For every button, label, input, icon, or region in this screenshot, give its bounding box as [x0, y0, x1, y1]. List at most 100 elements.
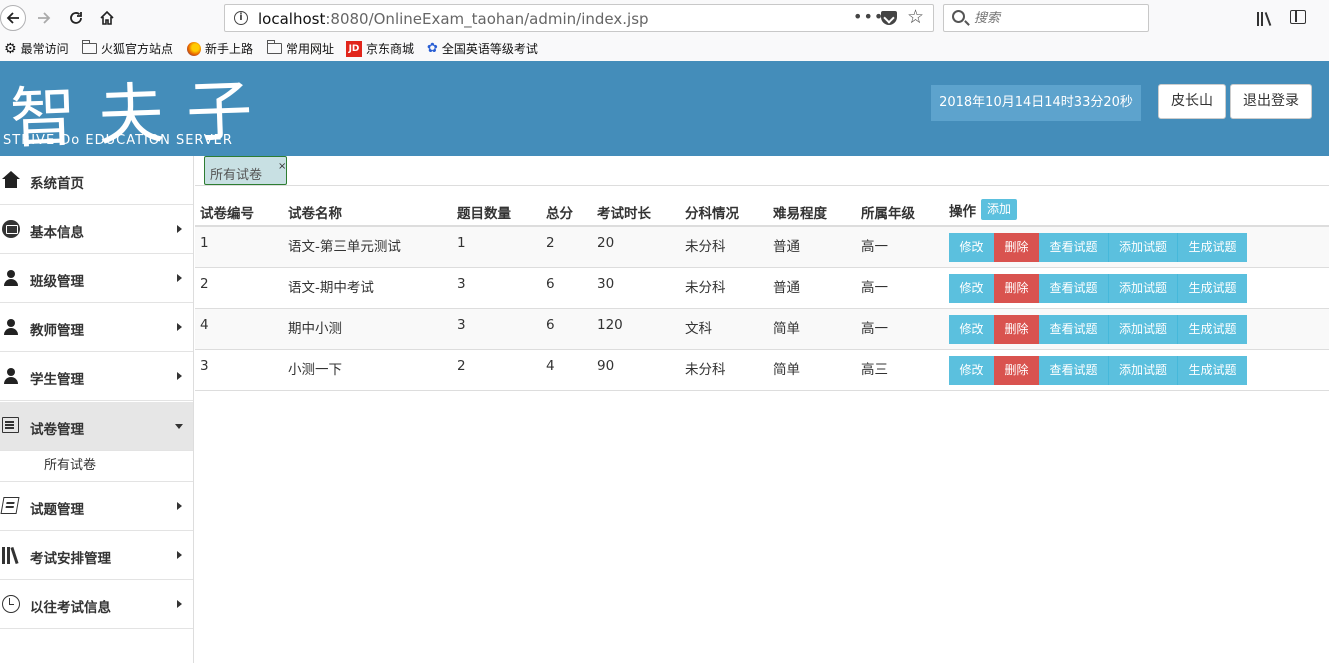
view-questions-button[interactable]: 查看试题 — [1039, 315, 1108, 344]
edit-button[interactable]: 修改 — [949, 233, 994, 262]
app-header: 智夫子 STRIVE Do EDUCATION SERVER 2018年10月1… — [0, 61, 1329, 158]
home-button[interactable] — [95, 6, 119, 30]
delete-button[interactable]: 删除 — [994, 233, 1039, 262]
table-cell: 小测一下 — [288, 362, 342, 378]
table-cell: 普通 — [773, 280, 800, 296]
home-icon — [2, 171, 20, 188]
bookmark-most-visited[interactable]: ⚙ 最常访问 — [4, 40, 69, 57]
edit-button[interactable]: 修改 — [949, 274, 994, 303]
bookmark-firefox-site[interactable]: 火狐官方站点 — [82, 40, 173, 57]
page-actions-icon[interactable]: ••• — [853, 7, 884, 26]
arrow-right-icon — [38, 12, 51, 24]
logout-button[interactable]: 退出登录 — [1230, 84, 1312, 119]
search-input[interactable] — [974, 8, 1144, 28]
user-icon — [2, 269, 20, 287]
table-cell: 2 — [457, 358, 466, 374]
sidebar-item-label: 以往考试信息 — [30, 600, 111, 616]
sidebar-item-question[interactable]: 试题管理 — [0, 482, 193, 531]
sidebar-item-class[interactable]: 班级管理 — [0, 254, 193, 303]
user-button[interactable]: 皮长山 — [1158, 84, 1226, 119]
chevron-right-icon — [177, 600, 182, 608]
view-questions-button[interactable]: 查看试题 — [1039, 233, 1108, 262]
add-questions-button[interactable]: 添加试题 — [1108, 274, 1177, 303]
sidebar-subitem-all-papers[interactable]: 所有试卷 — [0, 451, 193, 482]
generate-questions-button[interactable]: 生成试题 — [1177, 274, 1247, 303]
sidebar-item-past-exams[interactable]: 以往考试信息 — [0, 580, 193, 629]
bookmark-common-sites[interactable]: 常用网址 — [267, 40, 334, 57]
sidebar-item-home[interactable]: 系统首页 — [0, 156, 193, 205]
bookmark-jd[interactable]: JD 京东商城 — [346, 40, 414, 57]
column-header: 试卷名称 — [288, 206, 342, 222]
table-cell: 未分科 — [685, 280, 726, 296]
paw-icon: ✿ — [427, 41, 438, 56]
bookmark-star-icon[interactable]: ☆ — [907, 6, 924, 28]
search-bar[interactable] — [943, 4, 1149, 32]
bookmark-getting-started[interactable]: 新手上路 — [187, 40, 253, 57]
chevron-right-icon — [177, 502, 182, 510]
table-cell: 简单 — [773, 321, 800, 337]
add-questions-button[interactable]: 添加试题 — [1108, 233, 1177, 262]
view-questions-button[interactable]: 查看试题 — [1039, 274, 1108, 303]
table-cell: 3 — [457, 317, 466, 333]
table-row: 2 语文-期中考试 3 6 30 未分科 普通 高一 修改 删除 查看试题 添加试题 生成试题 — [195, 268, 1329, 309]
table-row: 3 小测一下 2 4 90 未分科 简单 高三 修改 删除 查看试题 添加试题 生成试题 — [195, 350, 1329, 391]
forward-button[interactable] — [32, 6, 56, 30]
bookmarks-toolbar: ⚙ 最常访问 火狐官方站点 新手上路 常用网址 JD 京东商城 ✿ 全国英语等级… — [0, 36, 1329, 61]
library-icon[interactable] — [1257, 10, 1275, 26]
delete-button[interactable]: 删除 — [994, 315, 1039, 344]
view-questions-button[interactable]: 查看试题 — [1039, 356, 1108, 385]
column-header: 考试时长 — [597, 206, 651, 222]
sidebar-item-student[interactable]: 学生管理 — [0, 352, 193, 401]
arrow-left-icon — [6, 12, 19, 24]
tab-all-papers[interactable]: 所有试卷 × — [204, 156, 287, 185]
firefox-icon — [187, 41, 201, 56]
sidebar-item-exam-schedule[interactable]: 考试安排管理 — [0, 531, 193, 580]
user-icon — [2, 318, 20, 336]
generate-questions-button[interactable]: 生成试题 — [1177, 356, 1247, 385]
reload-button[interactable] — [64, 6, 88, 30]
chevron-right-icon — [177, 225, 182, 233]
delete-button[interactable]: 删除 — [994, 274, 1039, 303]
tab-label: 所有试卷 — [210, 168, 263, 183]
sidebar-item-label: 试题管理 — [30, 502, 84, 518]
table-cell: 20 — [597, 235, 615, 251]
generate-questions-button[interactable]: 生成试题 — [1177, 233, 1247, 262]
add-paper-button[interactable]: 添加 — [981, 199, 1017, 220]
clock-display: 2018年10月14日14时33分20秒 — [931, 85, 1141, 121]
add-questions-button[interactable]: 添加试题 — [1108, 315, 1177, 344]
column-header: 操作 — [949, 204, 976, 220]
add-questions-button[interactable]: 添加试题 — [1108, 356, 1177, 385]
bookmark-label: 全国英语等级考试 — [441, 42, 538, 56]
table-cell: 1 — [457, 235, 466, 251]
bookmark-label: 新手上路 — [205, 42, 254, 56]
clock-icon — [2, 595, 20, 613]
table-cell: 简单 — [773, 362, 800, 378]
sidebar-item-basic-info[interactable]: 基本信息 — [0, 205, 193, 254]
url-host: localhost — [258, 10, 326, 28]
bookmark-english-exam[interactable]: ✿ 全国英语等级考试 — [427, 40, 538, 57]
back-button[interactable] — [0, 5, 26, 31]
generate-questions-button[interactable]: 生成试题 — [1177, 315, 1247, 344]
folder-icon — [267, 40, 282, 54]
table-cell: 3 — [200, 358, 209, 374]
table-cell: 3 — [457, 276, 466, 292]
edit-button[interactable]: 修改 — [949, 315, 994, 344]
sidebar-item-exam-paper[interactable]: 试卷管理 — [0, 402, 193, 451]
sidebar-toggle-icon[interactable] — [1290, 10, 1306, 24]
site-info-icon[interactable]: i — [234, 11, 248, 25]
sidebar-item-label: 学生管理 — [30, 372, 84, 388]
column-header: 难易程度 — [773, 206, 827, 222]
edit-button[interactable]: 修改 — [949, 356, 994, 385]
pocket-icon[interactable] — [881, 11, 897, 25]
table-cell: 未分科 — [685, 362, 726, 378]
url-text[interactable]: localhost:8080/OnlineExam_taohan/admin/i… — [258, 10, 649, 28]
table-row: 4 期中小测 3 6 120 文科 简单 高一 修改 删除 查看试题 添加试题 生成试题 — [195, 309, 1329, 350]
close-icon[interactable]: × — [278, 161, 286, 172]
url-bar[interactable]: i localhost:8080/OnlineExam_taohan/admin… — [224, 4, 934, 32]
document-icon — [2, 417, 19, 433]
sidebar-item-teacher[interactable]: 教师管理 — [0, 303, 193, 352]
gear-icon: ⚙ — [4, 40, 17, 57]
delete-button[interactable]: 删除 — [994, 356, 1039, 385]
sidebar-item-label: 系统首页 — [30, 176, 84, 192]
sidebar-item-label: 教师管理 — [30, 323, 84, 339]
